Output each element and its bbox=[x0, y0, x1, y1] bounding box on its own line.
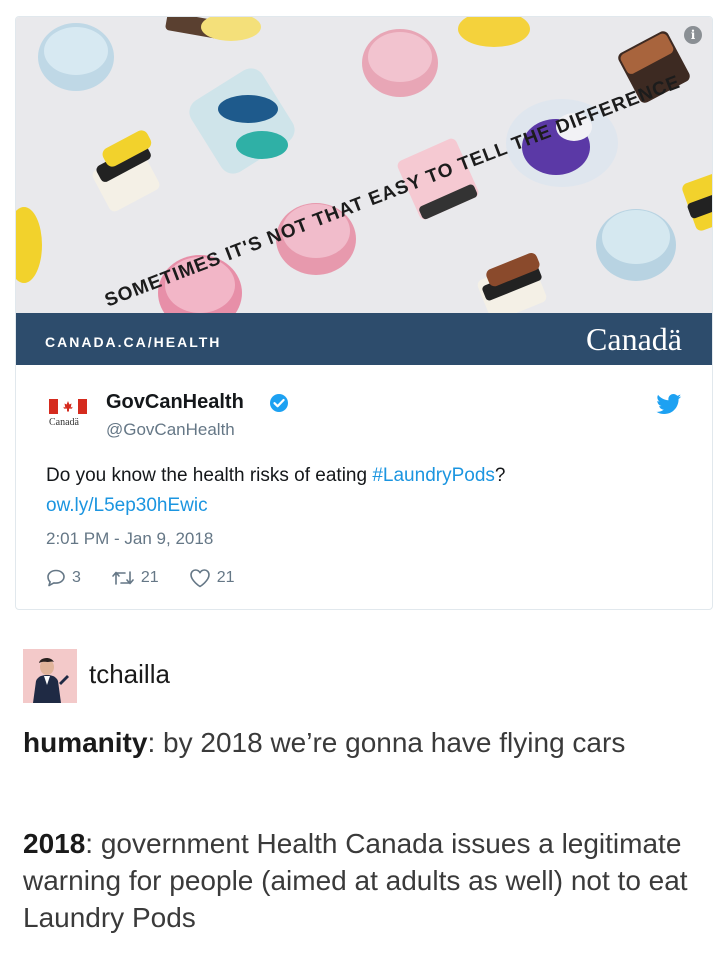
like-button[interactable]: 21 bbox=[189, 568, 235, 588]
post-speaker-1: humanity bbox=[23, 727, 148, 758]
verified-badge-icon bbox=[270, 394, 288, 412]
tweet-text-end: ? bbox=[494, 465, 506, 486]
tweet-handle[interactable]: @GovCanHealth bbox=[106, 420, 235, 440]
tweet-url-link[interactable]: ow.ly/L5ep30hEwic bbox=[46, 495, 208, 517]
tweet-actions: 3 21 21 bbox=[46, 567, 265, 589]
hashtag-link[interactable]: #LaundryPods bbox=[372, 465, 495, 486]
twitter-bird-icon[interactable] bbox=[656, 394, 682, 415]
flag-caption: Canadä bbox=[49, 417, 79, 428]
reply-icon bbox=[47, 569, 65, 587]
tweet-display-name[interactable]: GovCanHealth bbox=[106, 391, 244, 414]
tweet-body: Canadä GovCanHealth @GovCanHealth Do you… bbox=[16, 365, 712, 609]
tweet-text: Do you know the health risks of eating #… bbox=[46, 465, 505, 487]
info-icon[interactable]: i bbox=[684, 26, 702, 44]
post-paragraph-1: humanity: by 2018 we’re gonna have flyin… bbox=[23, 724, 703, 761]
post-username[interactable]: tchailla bbox=[89, 659, 170, 690]
ad-image: SOMETIMES IT'S NOT THAT EASY TO TELL THE… bbox=[16, 17, 712, 313]
tweet-text-start: Do you know the health risks of eating bbox=[46, 465, 373, 486]
retweet-button[interactable]: 21 bbox=[111, 569, 159, 587]
embedded-tweet-card[interactable]: SOMETIMES IT'S NOT THAT EASY TO TELL THE… bbox=[15, 16, 713, 610]
post-paragraph-2: 2018: government Health Canada issues a … bbox=[23, 825, 703, 936]
reply-count: 3 bbox=[72, 569, 81, 586]
ad-footer-wordmark: Canadä bbox=[586, 321, 682, 357]
canada-flag-icon bbox=[49, 399, 87, 414]
candy-and-pods-illustration bbox=[16, 17, 712, 313]
ad-footer-url[interactable]: CANADA.CA/HEALTH bbox=[45, 334, 221, 350]
like-count: 21 bbox=[216, 569, 235, 586]
avatar-image bbox=[23, 649, 77, 703]
heart-icon bbox=[189, 569, 210, 588]
reply-button[interactable]: 3 bbox=[46, 569, 81, 587]
post-text-1: : by 2018 we’re gonna have flying cars bbox=[147, 727, 626, 758]
ad-footer-bar: CANADA.CA/HEALTH Canadä bbox=[16, 313, 712, 365]
avatar[interactable] bbox=[23, 649, 77, 703]
retweet-icon bbox=[112, 571, 134, 585]
tweet-timestamp[interactable]: 2:01 PM - Jan 9, 2018 bbox=[46, 529, 213, 549]
post-text-2: : government Health Canada issues a legi… bbox=[23, 828, 688, 933]
post-speaker-2: 2018 bbox=[23, 828, 86, 859]
retweet-count: 21 bbox=[140, 569, 159, 586]
